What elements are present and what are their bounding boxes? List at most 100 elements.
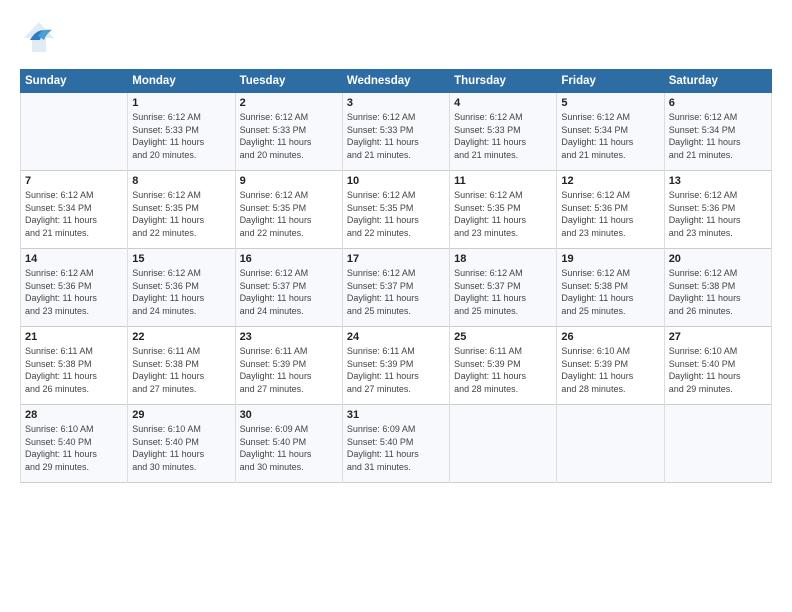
- day-number: 10: [347, 175, 445, 187]
- calendar-cell: 25Sunrise: 6:11 AM Sunset: 5:39 PM Dayli…: [450, 327, 557, 405]
- day-number: 26: [561, 331, 659, 343]
- day-header-monday: Monday: [128, 70, 235, 93]
- day-info: Sunrise: 6:12 AM Sunset: 5:36 PM Dayligh…: [132, 267, 230, 317]
- day-info: Sunrise: 6:12 AM Sunset: 5:35 PM Dayligh…: [347, 189, 445, 239]
- calendar-cell: 12Sunrise: 6:12 AM Sunset: 5:36 PM Dayli…: [557, 171, 664, 249]
- calendar-cell: [450, 405, 557, 483]
- day-info: Sunrise: 6:12 AM Sunset: 5:34 PM Dayligh…: [25, 189, 123, 239]
- day-number: 8: [132, 175, 230, 187]
- calendar-cell: 10 Sunrise: 6:12 AM Sunset: 5:35 PM Dayli…: [342, 171, 449, 249]
- header-row: SundayMondayTuesdayWednesdayThursdayFrid…: [21, 70, 772, 93]
- day-info: Sunrise: 6:12 AM Sunset: 5:36 PM Dayligh…: [669, 189, 767, 239]
- calendar-header: SundayMondayTuesdayWednesdayThursdayFrid…: [21, 70, 772, 93]
- day-info: Sunrise: 6:12 AM Sunset: 5:34 PM Dayligh…: [669, 111, 767, 161]
- day-info: Sunrise: 6:12 AM Sunset: 5:37 PM Dayligh…: [454, 267, 552, 317]
- day-number: 12: [561, 175, 659, 187]
- calendar-cell: 19 Sunrise: 6:12 AM Sunset: 5:38 PM Dayli…: [557, 249, 664, 327]
- calendar-cell: 23Sunrise: 6:11 AM Sunset: 5:39 PM Dayli…: [235, 327, 342, 405]
- day-number: 1: [132, 97, 230, 109]
- day-info: Sunrise: 6:10 AM Sunset: 5:40 PM Dayligh…: [669, 345, 767, 395]
- calendar-cell: 14 Sunrise: 6:12 AM Sunset: 5:36 PM Dayli…: [21, 249, 128, 327]
- calendar-cell: 26 Sunrise: 6:10 AM Sunset: 5:39 PM Dayli…: [557, 327, 664, 405]
- calendar-cell: 4 Sunrise: 6:12 AM Sunset: 5:33 PM Daylig…: [450, 93, 557, 171]
- day-number: 20: [669, 253, 767, 265]
- day-info: Sunrise: 6:11 AM Sunset: 5:38 PM Dayligh…: [132, 345, 230, 395]
- day-number: 11: [454, 175, 552, 187]
- calendar-cell: 16 Sunrise: 6:12 AM Sunset: 5:37 PM Dayli…: [235, 249, 342, 327]
- day-number: 15: [132, 253, 230, 265]
- day-info: Sunrise: 6:12 AM Sunset: 5:33 PM Dayligh…: [454, 111, 552, 161]
- day-number: 22: [132, 331, 230, 343]
- day-number: 24: [347, 331, 445, 343]
- page: SundayMondayTuesdayWednesdayThursdayFrid…: [0, 0, 792, 612]
- day-info: Sunrise: 6:12 AM Sunset: 5:34 PM Dayligh…: [561, 111, 659, 161]
- day-number: 7: [25, 175, 123, 187]
- day-info: Sunrise: 6:12 AM Sunset: 5:33 PM Dayligh…: [347, 111, 445, 161]
- calendar-cell: 30Sunrise: 6:09 AM Sunset: 5:40 PM Dayli…: [235, 405, 342, 483]
- day-info: Sunrise: 6:12 AM Sunset: 5:36 PM Dayligh…: [25, 267, 123, 317]
- calendar-body: 1 Sunrise: 6:12 AM Sunset: 5:33 PM Daylig…: [21, 93, 772, 483]
- day-info: Sunrise: 6:12 AM Sunset: 5:33 PM Dayligh…: [240, 111, 338, 161]
- day-number: 21: [25, 331, 123, 343]
- day-header-tuesday: Tuesday: [235, 70, 342, 93]
- day-header-wednesday: Wednesday: [342, 70, 449, 93]
- day-info: Sunrise: 6:11 AM Sunset: 5:39 PM Dayligh…: [347, 345, 445, 395]
- calendar-cell: [21, 93, 128, 171]
- calendar-cell: 6 Sunrise: 6:12 AM Sunset: 5:34 PM Daylig…: [664, 93, 771, 171]
- day-info: Sunrise: 6:10 AM Sunset: 5:39 PM Dayligh…: [561, 345, 659, 395]
- calendar-table: SundayMondayTuesdayWednesdayThursdayFrid…: [20, 69, 772, 483]
- day-number: 16: [240, 253, 338, 265]
- calendar-cell: 1 Sunrise: 6:12 AM Sunset: 5:33 PM Daylig…: [128, 93, 235, 171]
- calendar-cell: 24 Sunrise: 6:11 AM Sunset: 5:39 PM Dayli…: [342, 327, 449, 405]
- calendar-cell: 3 Sunrise: 6:12 AM Sunset: 5:33 PM Daylig…: [342, 93, 449, 171]
- logo: [20, 18, 64, 61]
- calendar-cell: 2 Sunrise: 6:12 AM Sunset: 5:33 PM Daylig…: [235, 93, 342, 171]
- day-number: 28: [25, 409, 123, 421]
- calendar-cell: 7 Sunrise: 6:12 AM Sunset: 5:34 PM Daylig…: [21, 171, 128, 249]
- day-number: 27: [669, 331, 767, 343]
- day-info: Sunrise: 6:12 AM Sunset: 5:37 PM Dayligh…: [240, 267, 338, 317]
- day-number: 17: [347, 253, 445, 265]
- day-number: 9: [240, 175, 338, 187]
- day-info: Sunrise: 6:12 AM Sunset: 5:37 PM Dayligh…: [347, 267, 445, 317]
- day-info: Sunrise: 6:12 AM Sunset: 5:33 PM Dayligh…: [132, 111, 230, 161]
- calendar-cell: 28 Sunrise: 6:10 AM Sunset: 5:40 PM Dayli…: [21, 405, 128, 483]
- calendar-cell: 31 Sunrise: 6:09 AM Sunset: 5:40 PM Dayli…: [342, 405, 449, 483]
- day-number: 2: [240, 97, 338, 109]
- calendar-cell: 29Sunrise: 6:10 AM Sunset: 5:40 PM Dayli…: [128, 405, 235, 483]
- day-info: Sunrise: 6:10 AM Sunset: 5:40 PM Dayligh…: [132, 423, 230, 473]
- calendar-cell: 13 Sunrise: 6:12 AM Sunset: 5:36 PM Dayli…: [664, 171, 771, 249]
- calendar-cell: 18Sunrise: 6:12 AM Sunset: 5:37 PM Dayli…: [450, 249, 557, 327]
- week-row-4: 21 Sunrise: 6:11 AM Sunset: 5:38 PM Dayli…: [21, 327, 772, 405]
- day-info: Sunrise: 6:09 AM Sunset: 5:40 PM Dayligh…: [347, 423, 445, 473]
- calendar-cell: [557, 405, 664, 483]
- day-header-friday: Friday: [557, 70, 664, 93]
- calendar-cell: 15 Sunrise: 6:12 AM Sunset: 5:36 PM Dayli…: [128, 249, 235, 327]
- day-number: 23: [240, 331, 338, 343]
- calendar-cell: 27 Sunrise: 6:10 AM Sunset: 5:40 PM Dayli…: [664, 327, 771, 405]
- calendar-cell: 22 Sunrise: 6:11 AM Sunset: 5:38 PM Dayli…: [128, 327, 235, 405]
- day-number: 3: [347, 97, 445, 109]
- day-info: Sunrise: 6:12 AM Sunset: 5:38 PM Dayligh…: [561, 267, 659, 317]
- day-info: Sunrise: 6:12 AM Sunset: 5:35 PM Dayligh…: [240, 189, 338, 239]
- day-info: Sunrise: 6:10 AM Sunset: 5:40 PM Dayligh…: [25, 423, 123, 473]
- day-info: Sunrise: 6:11 AM Sunset: 5:39 PM Dayligh…: [454, 345, 552, 395]
- day-info: Sunrise: 6:12 AM Sunset: 5:38 PM Dayligh…: [669, 267, 767, 317]
- day-info: Sunrise: 6:12 AM Sunset: 5:35 PM Dayligh…: [454, 189, 552, 239]
- day-number: 19: [561, 253, 659, 265]
- day-number: 5: [561, 97, 659, 109]
- day-number: 31: [347, 409, 445, 421]
- day-info: Sunrise: 6:11 AM Sunset: 5:38 PM Dayligh…: [25, 345, 123, 395]
- day-header-saturday: Saturday: [664, 70, 771, 93]
- logo-bird-icon: [20, 18, 58, 61]
- day-header-thursday: Thursday: [450, 70, 557, 93]
- day-number: 4: [454, 97, 552, 109]
- day-number: 13: [669, 175, 767, 187]
- calendar-cell: 21 Sunrise: 6:11 AM Sunset: 5:38 PM Dayli…: [21, 327, 128, 405]
- calendar-cell: [664, 405, 771, 483]
- calendar-cell: 20 Sunrise: 6:12 AM Sunset: 5:38 PM Dayli…: [664, 249, 771, 327]
- day-number: 30: [240, 409, 338, 421]
- day-number: 14: [25, 253, 123, 265]
- day-number: 6: [669, 97, 767, 109]
- day-header-sunday: Sunday: [21, 70, 128, 93]
